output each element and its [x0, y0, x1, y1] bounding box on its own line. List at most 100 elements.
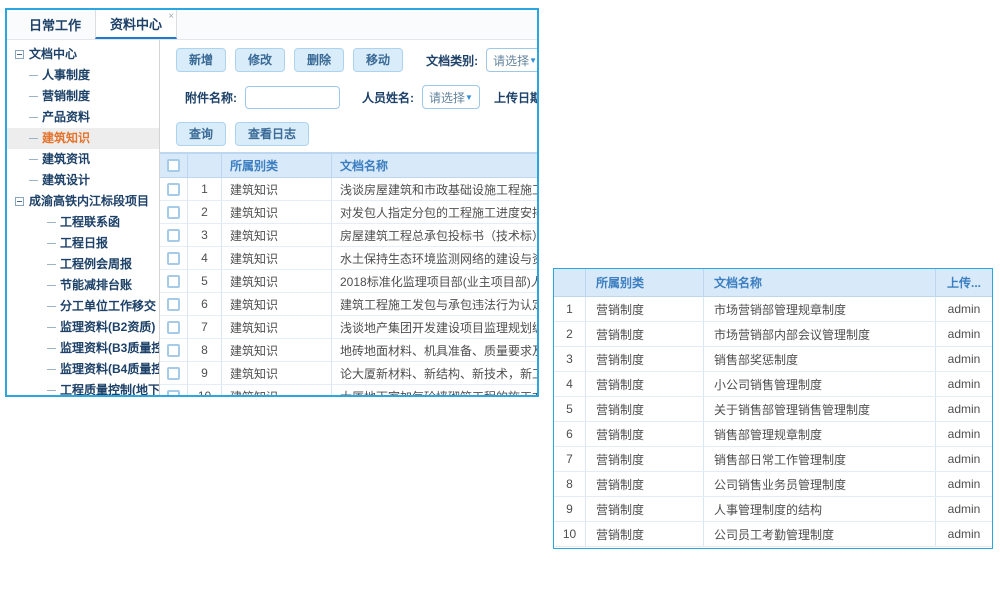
row-checkbox[interactable]	[167, 183, 180, 196]
tree-item-产品资料[interactable]: 产品资料	[7, 107, 159, 128]
row-document-name[interactable]: 销售部管理规章制度	[704, 422, 936, 446]
row-checkbox[interactable]	[167, 390, 180, 398]
tree-item-建筑知识[interactable]: 建筑知识	[7, 128, 159, 149]
tree-item-label: 建筑设计	[42, 170, 90, 191]
toolbar-button-修改[interactable]: 修改	[235, 48, 285, 72]
row-document-name[interactable]: 浅谈地产集团开发建设项目监理规划编...	[332, 316, 537, 338]
row-checkbox[interactable]	[167, 206, 180, 219]
tree-connector	[29, 159, 38, 160]
toolbar-button-移动[interactable]: 移动	[353, 48, 403, 72]
close-icon[interactable]: ×	[168, 12, 174, 22]
row-checkbox[interactable]	[167, 344, 180, 357]
row-uploader: admin	[936, 522, 992, 546]
person-name-select[interactable]: 请选择 ▼	[422, 85, 480, 109]
row-checkbox[interactable]	[167, 275, 180, 288]
tree-item-监理资料(B3质量控制)[interactable]: 监理资料(B3质量控制)	[7, 338, 159, 359]
toolbar-button-新增[interactable]: 新增	[176, 48, 226, 72]
table-row: 5建筑知识2018标准化监理项目部(业主项目部)人员...	[160, 270, 537, 293]
table-row: 2营销制度市场营销部内部会议管理制度admin	[554, 322, 992, 347]
row-document-name[interactable]: 对发包人指定分包的工程施工进度安排...	[332, 201, 537, 223]
row-document-name[interactable]: 公司销售业务员管理制度	[704, 472, 936, 496]
tree-item-工程质量控制(地下室)[interactable]: 工程质量控制(地下室)	[7, 380, 159, 397]
row-document-name[interactable]: 人事管理制度的结构	[704, 497, 936, 521]
category-tree: 文档中心人事制度营销制度产品资料建筑知识建筑资讯建筑设计成渝高铁内江标段项目工程…	[7, 40, 160, 397]
row-category: 建筑知识	[222, 316, 332, 338]
row-number: 5	[188, 270, 222, 292]
tree-item-工程日报[interactable]: 工程日报	[7, 233, 159, 254]
row-document-name[interactable]: 论大厦新材料、新结构、新技术，新工...	[332, 362, 537, 384]
tree-item-建筑设计[interactable]: 建筑设计	[7, 170, 159, 191]
collapse-icon[interactable]	[15, 50, 24, 59]
collapse-icon[interactable]	[15, 197, 24, 206]
clipped-upload-date-label: 上传日期	[494, 89, 537, 106]
tree-item-建筑资讯[interactable]: 建筑资讯	[7, 149, 159, 170]
tab-日常工作[interactable]: 日常工作	[15, 10, 95, 39]
table-row: 7建筑知识浅谈地产集团开发建设项目监理规划编...	[160, 316, 537, 339]
tree-item-文档中心[interactable]: 文档中心	[7, 44, 159, 65]
tree-item-分工单位工作移交[interactable]: 分工单位工作移交	[7, 296, 159, 317]
row-document-name[interactable]: 销售部奖惩制度	[704, 347, 936, 371]
row-document-name[interactable]: 关于销售部管理销售管理制度	[704, 397, 936, 421]
row-number: 8	[554, 472, 586, 496]
table-row: 3营销制度销售部奖惩制度admin	[554, 347, 992, 372]
tree-item-label: 工程质量控制(地下室)	[60, 380, 160, 397]
row-category: 营销制度	[586, 297, 704, 321]
row-document-name[interactable]: 市场营销部内部会议管理制度	[704, 322, 936, 346]
row-uploader: admin	[936, 497, 992, 521]
toolbar-row: 新增修改删除移动 文档类别: 请选择 ▼ 文档	[160, 48, 537, 72]
tree-item-监理资料(B2资质)[interactable]: 监理资料(B2资质)	[7, 317, 159, 338]
table-row: 7营销制度销售部日常工作管理制度admin	[554, 447, 992, 472]
attachment-name-input[interactable]	[245, 86, 340, 109]
row-document-name[interactable]: 2018标准化监理项目部(业主项目部)人员...	[332, 270, 537, 292]
chevron-down-icon: ▼	[529, 56, 537, 65]
row-checkbox[interactable]	[167, 252, 180, 265]
tree-item-label: 监理资料(B4质量控制)	[60, 359, 160, 380]
row-document-name[interactable]: 大厦地下室加气砼墙砌筑工程的施工方...	[332, 385, 537, 397]
tree-item-工程联系函[interactable]: 工程联系函	[7, 212, 159, 233]
row-document-name[interactable]: 浅谈房屋建筑和市政基础设施工程施工...	[332, 178, 537, 200]
person-name-value: 请选择	[429, 89, 465, 106]
tree-item-人事制度[interactable]: 人事制度	[7, 65, 159, 86]
tree-item-营销制度[interactable]: 营销制度	[7, 86, 159, 107]
documents-table-header: 所属别类 文档名称	[160, 154, 537, 178]
table-row: 9建筑知识论大厦新材料、新结构、新技术，新工...	[160, 362, 537, 385]
category-column-header: 所属别类	[586, 269, 704, 296]
seq-column-header	[554, 269, 586, 296]
tree-item-工程例会周报[interactable]: 工程例会周报	[7, 254, 159, 275]
row-document-name[interactable]: 小公司销售管理制度	[704, 372, 936, 396]
row-checkbox[interactable]	[167, 367, 180, 380]
action-button-查看日志[interactable]: 查看日志	[235, 122, 309, 146]
table-row: 4建筑知识水土保持生态环境监测网络的建设与资...	[160, 247, 537, 270]
tab-资料中心[interactable]: 资料中心 ×	[95, 10, 177, 39]
tree-item-label: 工程日报	[60, 233, 108, 254]
row-uploader: admin	[936, 347, 992, 371]
tree-connector	[47, 285, 56, 286]
row-category: 营销制度	[586, 472, 704, 496]
select-all-checkbox[interactable]	[167, 159, 180, 172]
row-checkbox[interactable]	[167, 321, 180, 334]
tree-item-节能减排台账[interactable]: 节能减排台账	[7, 275, 159, 296]
row-document-name[interactable]: 建筑工程施工发包与承包违法行为认定...	[332, 293, 537, 315]
tree-connector	[47, 390, 56, 391]
row-document-name[interactable]: 市场营销部管理规章制度	[704, 297, 936, 321]
row-checkbox[interactable]	[167, 229, 180, 242]
tree-item-label: 分工单位工作移交	[60, 296, 156, 317]
row-document-name[interactable]: 销售部日常工作管理制度	[704, 447, 936, 471]
row-checkbox[interactable]	[167, 298, 180, 311]
tree-item-监理资料(B4质量控制)[interactable]: 监理资料(B4质量控制)	[7, 359, 159, 380]
tree-connector	[29, 96, 38, 97]
uploader-column-header: 上传...	[936, 269, 992, 296]
toolbar-button-删除[interactable]: 删除	[294, 48, 344, 72]
row-number: 2	[554, 322, 586, 346]
row-number: 9	[188, 362, 222, 384]
doc-category-select[interactable]: 请选择 ▼	[486, 48, 537, 72]
action-button-查询[interactable]: 查询	[176, 122, 226, 146]
tree-item-label: 营销制度	[42, 86, 90, 107]
row-document-name[interactable]: 地砖地面材料、机具准备、质量要求及...	[332, 339, 537, 361]
row-document-name[interactable]: 水土保持生态环境监测网络的建设与资...	[332, 247, 537, 269]
row-document-name[interactable]: 公司员工考勤管理制度	[704, 522, 936, 546]
tab-label: 资料中心	[110, 14, 162, 33]
doc-category-value: 请选择	[493, 52, 529, 69]
row-document-name[interactable]: 房屋建筑工程总承包投标书（技术标）...	[332, 224, 537, 246]
tree-item-成渝高铁内江标段项目[interactable]: 成渝高铁内江标段项目	[7, 191, 159, 212]
